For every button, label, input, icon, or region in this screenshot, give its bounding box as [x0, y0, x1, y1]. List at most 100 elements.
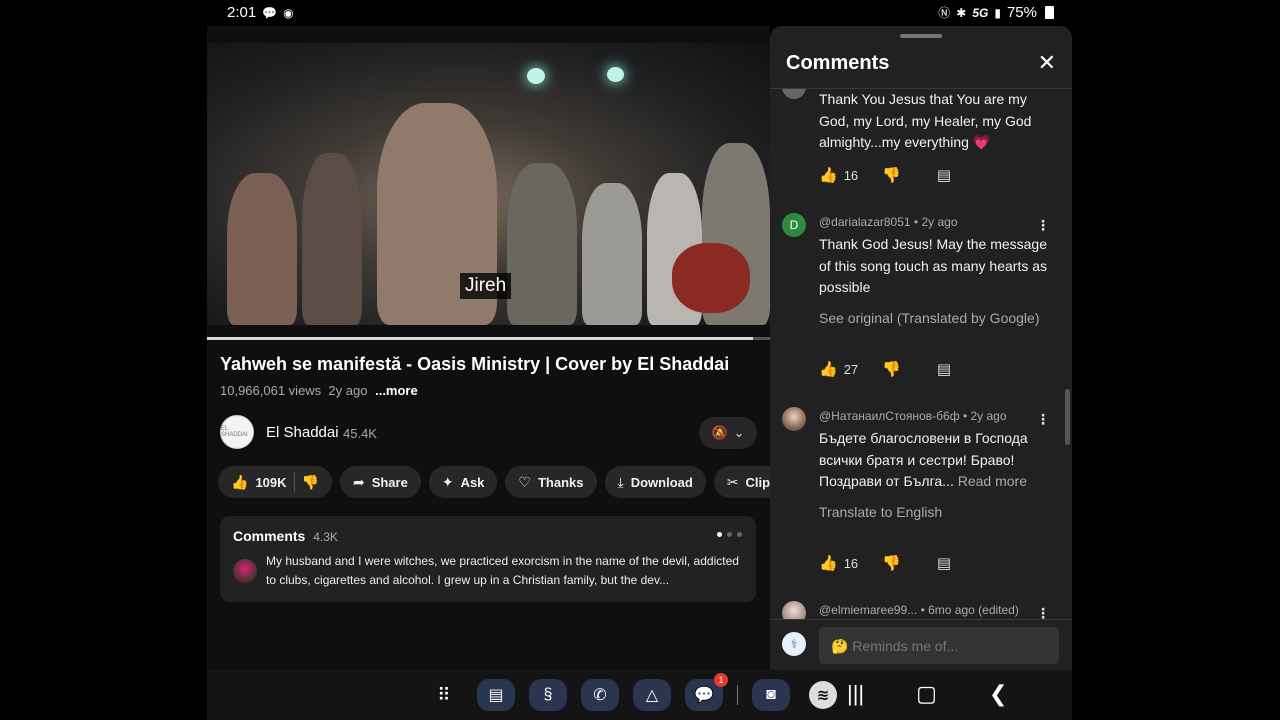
share-label: Share — [371, 474, 408, 490]
pager-dot — [737, 532, 742, 537]
comment-actions: 👍 27 👎 ▤ — [819, 360, 951, 378]
thumbs-up-icon[interactable]: 👍 — [819, 360, 838, 378]
comment-author[interactable]: @darialazar8051 — [819, 215, 911, 229]
subscriber-count: 45.4K — [343, 426, 377, 441]
download-icon: ⤓ — [617, 473, 624, 490]
download-button[interactable]: ⤓ Download — [604, 466, 706, 498]
share-button[interactable]: ➦ Share — [339, 466, 421, 498]
phone-icon[interactable]: ✆ — [581, 679, 619, 711]
chevron-down-icon: ⌄ — [733, 425, 745, 440]
circle-status-icon: ◉ — [283, 5, 294, 20]
panel-title: Comments — [786, 52, 890, 74]
video-player[interactable]: Jireh — [207, 43, 770, 325]
app-dock: ⠿ ▤ § ✆ △ 💬 1 ◙ ≋ — [425, 673, 842, 711]
heart-dollar-icon: ♡ — [518, 473, 531, 490]
pager-dot — [727, 532, 732, 537]
comments-preview-count: 4.3K — [313, 530, 338, 544]
comment-age: • 6mo ago (edited) — [920, 603, 1019, 617]
camera-icon[interactable]: ◙ — [752, 679, 790, 711]
spotify-icon[interactable]: ≋ — [804, 679, 842, 711]
more-link[interactable]: ...more — [375, 383, 418, 398]
clock: 2:01 — [227, 4, 257, 21]
comments-preview-label: Comments — [233, 528, 306, 544]
add-comment-input[interactable] — [819, 627, 1059, 664]
drive-icon[interactable]: △ — [633, 679, 671, 711]
ask-button[interactable]: ✦ Ask — [428, 466, 498, 498]
comment-age: • 2y ago — [962, 409, 1007, 423]
band-member — [302, 153, 362, 325]
channel-avatar[interactable]: EL SHADDAI — [220, 415, 254, 449]
thumbs-down-icon[interactable]: 👎 — [302, 474, 319, 491]
reply-icon[interactable]: ▤ — [937, 554, 951, 572]
notification-badge: 1 — [714, 673, 728, 687]
share-icon: ➦ — [352, 473, 365, 490]
comment-author[interactable]: @elmiemaree99... — [819, 603, 917, 617]
thumbs-down-icon[interactable]: 👎 — [882, 554, 901, 572]
see-original-link[interactable]: See original (Translated by Google) — [819, 310, 1040, 326]
more-options-icon[interactable]: ⋮ — [1036, 217, 1050, 234]
stage-light — [527, 68, 545, 84]
comments-preview-text: My husband and I were witches, we practi… — [266, 554, 739, 587]
commenter-avatar[interactable]: D — [782, 213, 806, 237]
guitar — [672, 243, 750, 313]
close-icon[interactable]: ✕ — [1038, 52, 1056, 74]
stage-light — [607, 67, 624, 82]
drag-handle[interactable] — [900, 34, 942, 38]
sparkle-icon: ✦ — [441, 473, 454, 490]
translate-link[interactable]: Translate to English — [819, 504, 942, 520]
more-options-icon[interactable]: ⋮ — [1036, 605, 1050, 619]
comment-text: Бъдете благословени в Господа всички бра… — [819, 428, 1057, 493]
comments-panel: Comments ✕ Thank You Jesus that You are … — [770, 26, 1072, 670]
thumbs-up-icon[interactable]: 👍 — [231, 474, 248, 491]
like-count[interactable]: 109K — [255, 475, 286, 490]
thumbs-up-icon[interactable]: 👍 — [819, 554, 838, 572]
video-meta: 10,966,061 views 2y ago ...more — [220, 383, 418, 398]
docs-icon[interactable]: ▤ — [477, 679, 515, 711]
commenter-avatar[interactable] — [782, 407, 806, 431]
reply-icon[interactable]: ▤ — [937, 166, 951, 184]
comments-list[interactable]: Thank You Jesus that You are my God, my … — [770, 89, 1072, 619]
commenter-avatar[interactable] — [782, 601, 806, 619]
notification-bell-button[interactable]: 🔕 ⌄ — [699, 417, 757, 449]
signal-icon: ▮ — [994, 5, 1001, 20]
thanks-button[interactable]: ♡ Thanks — [505, 466, 597, 498]
scrollbar[interactable] — [1065, 389, 1070, 445]
shazam-icon[interactable]: § — [529, 679, 567, 711]
video-caption: Jireh — [460, 273, 512, 299]
band-member — [227, 173, 297, 325]
thumbs-down-icon[interactable]: 👎 — [882, 166, 901, 184]
messages-icon[interactable]: 💬 1 — [685, 673, 728, 711]
channel-name[interactable]: El Shaddai — [266, 424, 339, 441]
thumbs-up-icon[interactable]: 👍 — [819, 166, 838, 184]
thumbs-down-icon[interactable]: 👎 — [882, 360, 901, 378]
comment-text: Thank God Jesus! May the message of this… — [819, 236, 1048, 295]
scissors-icon: ✂ — [726, 473, 739, 490]
status-left: 2:01 💬 ◉ — [227, 4, 294, 21]
read-more-link[interactable]: Read more — [958, 473, 1027, 489]
comments-preview-title: Comments 4.3K — [233, 528, 338, 544]
status-bar: 2:01 💬 ◉ Ⓝ ✱ 5G ▮ 75% — [207, 0, 1072, 26]
comment-text: Thank You Jesus that You are my God, my … — [819, 91, 1032, 150]
battery-icon — [1045, 6, 1054, 19]
comment-author[interactable]: @НатанаилСтоянов-б6ф — [819, 409, 960, 423]
recents-icon[interactable]: ||| — [847, 681, 864, 707]
apps-grid-icon[interactable]: ⠿ — [425, 679, 463, 711]
dock-divider — [737, 685, 738, 705]
battery-percent: 75% — [1006, 4, 1037, 21]
video-progress-bar[interactable] — [207, 337, 770, 340]
network-label: 5G — [972, 5, 989, 20]
comment-header: @НатанаилСтоянов-б6ф • 2y ago — [819, 409, 1007, 423]
video-progress-fill — [207, 337, 754, 340]
band-member — [507, 163, 577, 325]
status-right: Ⓝ ✱ 5G ▮ 75% — [938, 4, 1054, 21]
home-icon[interactable]: ▢ — [916, 681, 937, 707]
download-label: Download — [630, 474, 693, 490]
back-icon[interactable]: ❮ — [989, 681, 1007, 707]
system-navigation: ||| ▢ ❮ — [847, 681, 1007, 707]
spotify-logo: ≋ — [809, 681, 837, 709]
comment-age: • 2y ago — [913, 215, 958, 229]
navigation-bar: ⠿ ▤ § ✆ △ 💬 1 ◙ ≋ ||| ▢ ❮ — [207, 670, 1072, 720]
more-options-icon[interactable]: ⋮ — [1036, 411, 1050, 428]
reply-icon[interactable]: ▤ — [937, 360, 951, 378]
comments-preview[interactable]: Comments 4.3K My husband and I were witc… — [220, 516, 756, 602]
